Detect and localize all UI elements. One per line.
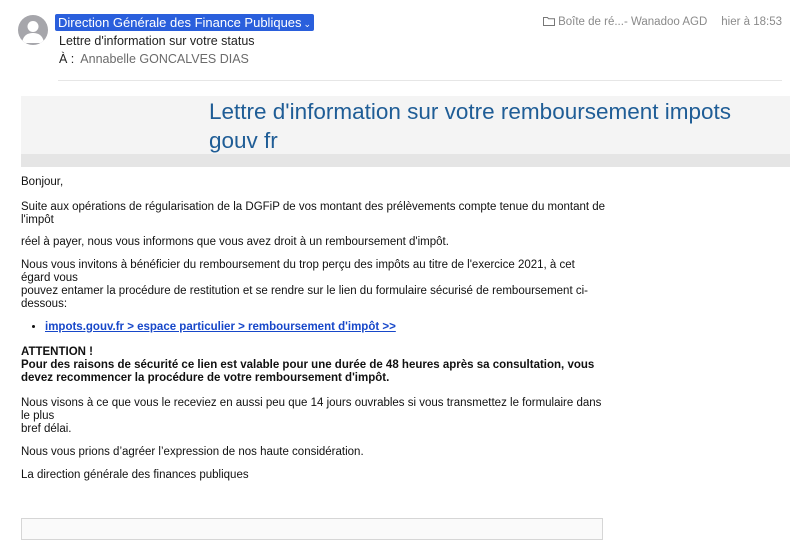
link-list: impots.gouv.fr > espace particulier > re…: [21, 321, 606, 334]
banner-divider: [21, 154, 790, 167]
message-header: Direction Générale des Finance Publiques…: [0, 0, 800, 82]
footer-box: [21, 518, 603, 540]
chevron-down-icon[interactable]: ⌄: [304, 19, 312, 29]
paragraph-1-line-1: Suite aux opérations de régularisation d…: [21, 201, 606, 226]
sender-name[interactable]: Direction Générale des Finance Publiques…: [55, 14, 315, 31]
list-item: impots.gouv.fr > espace particulier > re…: [45, 321, 606, 334]
paragraph-3-line-1: Nous visons à ce que vous le receviez en…: [21, 397, 602, 422]
paragraph-2-line-2: pouvez entamer la procédure de restituti…: [21, 285, 588, 310]
attention-title: ATTENTION !: [21, 346, 93, 358]
email-subject: Lettre d'information sur votre status: [59, 34, 255, 48]
folder-icon: [543, 16, 556, 29]
signature: La direction générale des finances publi…: [21, 469, 249, 481]
sender-label: Direction Générale des Finance Publiques: [58, 15, 302, 30]
recipient-line: À : Annabelle GONCALVES DIAS: [59, 52, 249, 66]
paragraph-2-line-1: Nous vous invitons à bénéficier du rembo…: [21, 259, 575, 284]
paragraph-1-line-2: réel à payer, nous vous informons que vo…: [21, 236, 449, 248]
closing-text: Nous vous prions d’agréer l’expression d…: [21, 446, 364, 458]
paragraph-3-line-2: bref délai.: [21, 423, 72, 435]
email-banner: Lettre d'information sur votre rembourse…: [21, 96, 790, 154]
message-meta: Boîte de ré...- Wanadoo AGD hier à 18:53: [543, 16, 782, 29]
email-body: Bonjour, Suite aux opérations de régular…: [21, 176, 606, 482]
greeting: Bonjour,: [21, 176, 64, 188]
header-divider: [58, 80, 782, 81]
avatar[interactable]: [18, 15, 48, 45]
mailbox-folder[interactable]: Boîte de ré...- Wanadoo AGD: [558, 16, 707, 28]
recipient-name[interactable]: Annabelle GONCALVES DIAS: [80, 52, 249, 66]
person-icon: [22, 21, 44, 43]
refund-link[interactable]: impots.gouv.fr > espace particulier > re…: [45, 321, 396, 333]
received-time: hier à 18:53: [721, 16, 782, 28]
to-label: À :: [59, 52, 75, 66]
attention-text: Pour des raisons de sécurité ce lien est…: [21, 359, 595, 384]
banner-title: Lettre d'information sur votre rembourse…: [209, 99, 732, 153]
